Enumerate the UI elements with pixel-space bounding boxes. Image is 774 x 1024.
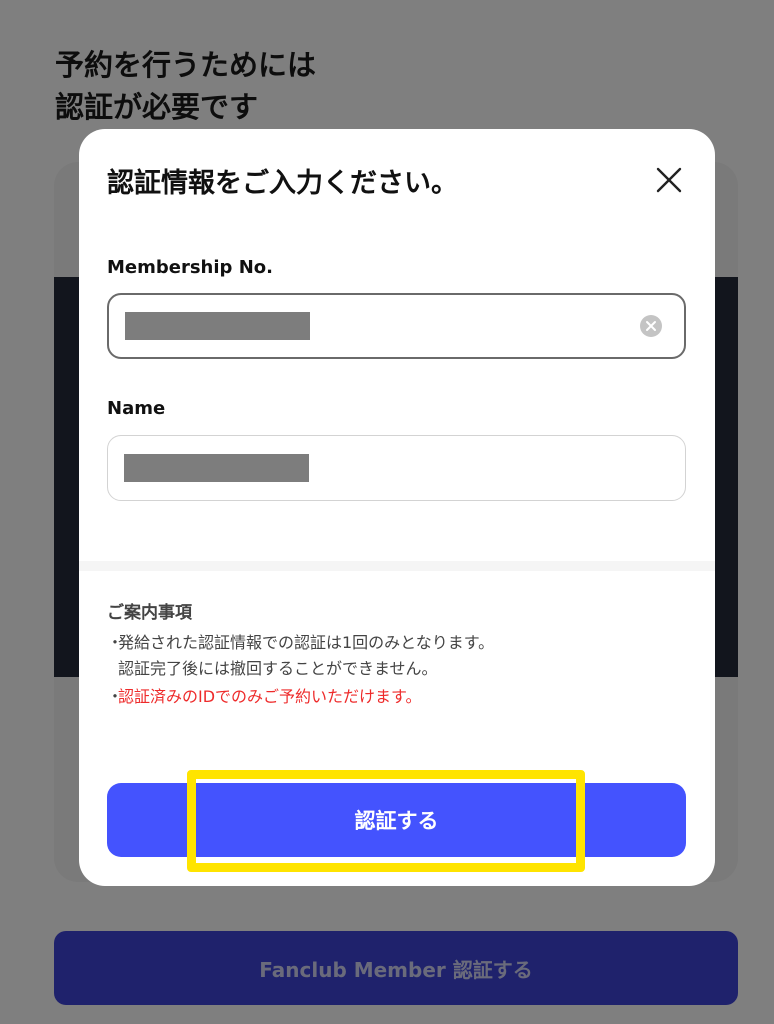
notice-title: ご案内事項	[107, 603, 192, 623]
membership-no-input[interactable]	[107, 293, 686, 359]
notice-warning: 認証済みのIDでのみご予約いただけます。	[118, 687, 422, 706]
highlight-box	[187, 770, 585, 872]
section-divider	[79, 561, 715, 571]
name-label: Name	[107, 398, 166, 419]
membership-no-label: Membership No.	[107, 257, 273, 278]
bullet: ・	[107, 687, 124, 706]
name-input[interactable]	[107, 435, 686, 501]
notice-line-2: 認証完了後には撤回することができません。	[118, 659, 438, 678]
redacted-value	[124, 454, 309, 482]
close-button[interactable]	[649, 160, 689, 200]
notice-item: ・ 発給された認証情報での認証は1回のみとなります。 認証完了後には撤回すること…	[107, 630, 687, 682]
app-page: 予約を行うためには 認証が必要です Fanclub Member 認証する 認証…	[0, 0, 774, 1024]
clear-input-button[interactable]	[640, 315, 662, 337]
redacted-value	[125, 312, 310, 340]
notice-line-1: 発給された認証情報での認証は1回のみとなります。	[118, 633, 495, 652]
bullet: ・	[107, 633, 124, 652]
close-icon	[656, 167, 682, 193]
modal-title: 認証情報をご入力ください。	[107, 168, 458, 199]
notice-list: ・ 発給された認証情報での認証は1回のみとなります。 認証完了後には撤回すること…	[107, 630, 687, 710]
clear-circle-icon	[640, 315, 662, 337]
notice-item-warning: ・ 認証済みのIDでのみご予約いただけます。	[107, 684, 687, 710]
